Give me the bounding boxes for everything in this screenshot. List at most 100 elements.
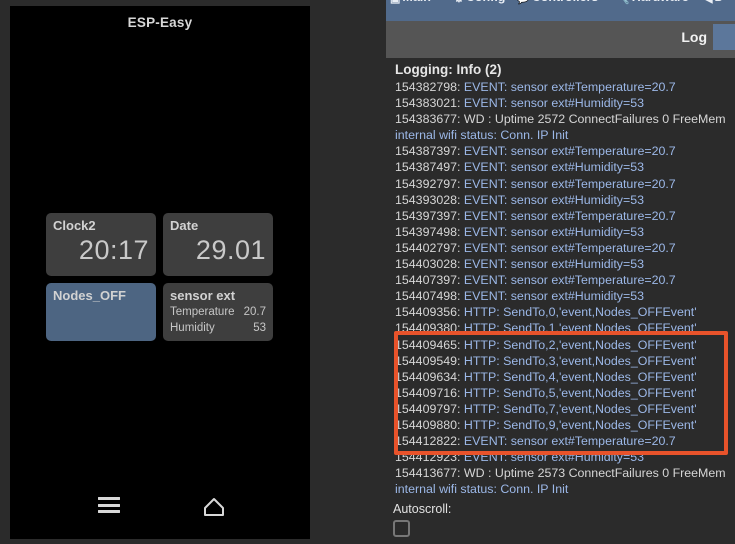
tab-hardware[interactable]: 🔧Hardware bbox=[616, 0, 689, 5]
sensor-row: Temperature 20.7 bbox=[170, 304, 266, 320]
log-message: EVENT: sensor ext#Temperature=20.7 bbox=[463, 273, 676, 288]
log-message: HTTP: SendTo,5,'event,Nodes_OFFEvent' bbox=[463, 385, 697, 400]
autoscroll-checkbox[interactable] bbox=[393, 520, 410, 537]
log-line: 154387497: EVENT: sensor ext#Humidity=53 bbox=[395, 159, 735, 175]
tab-config[interactable]: ⚙Config bbox=[454, 0, 505, 5]
tab-icon: 💬 bbox=[516, 0, 530, 5]
tab-d[interactable]: ◀D bbox=[704, 0, 724, 5]
log-line: 154383677: WD : Uptime 2572 ConnectFailu… bbox=[395, 111, 735, 127]
log-timestamp: 154409634: bbox=[395, 369, 464, 384]
log-line: 154407397: EVENT: sensor ext#Temperature… bbox=[395, 272, 735, 288]
phone-navbar bbox=[10, 483, 310, 539]
log-line: 154392797: EVENT: sensor ext#Temperature… bbox=[395, 176, 735, 192]
log-timestamp: 154413677: bbox=[395, 466, 464, 481]
log-line: 154383021: EVENT: sensor ext#Humidity=53 bbox=[395, 95, 735, 111]
log-timestamp: 154402797: bbox=[395, 240, 464, 255]
log-line: 154382798: EVENT: sensor ext#Temperature… bbox=[395, 79, 735, 95]
log-line: 154412923: EVENT: sensor ext#Humidity=53 bbox=[395, 449, 735, 465]
log-timestamp: 154383677: bbox=[395, 112, 464, 127]
log-timestamp: 154409716: bbox=[395, 385, 464, 400]
log-timestamp: 154393028: bbox=[395, 192, 464, 207]
log-line: 154397498: EVENT: sensor ext#Humidity=53 bbox=[395, 224, 735, 240]
autoscroll-label: Autoscroll: bbox=[393, 502, 452, 516]
widget-title: Clock2 bbox=[53, 218, 96, 233]
espeasy-web-panel: ▣Main⚙Config💬Controllers🔧Hardware◀D Log … bbox=[386, 0, 735, 544]
hamburger-menu-icon[interactable] bbox=[98, 497, 120, 517]
log-timestamp: 154383021: bbox=[395, 96, 464, 111]
log-line: 154409380: HTTP: SendTo,1,'event,Nodes_O… bbox=[395, 320, 735, 336]
log-timestamp: 154409797: bbox=[395, 401, 464, 416]
log-message: EVENT: sensor ext#Humidity=53 bbox=[463, 224, 644, 239]
log-message: internal wifi status: Conn. IP Init bbox=[395, 482, 569, 497]
sensor-value: 53 bbox=[253, 322, 266, 334]
log-timestamp: 154387497: bbox=[395, 160, 464, 175]
widget-sensor-ext: sensor ext Temperature 20.7 Humidity 53 bbox=[163, 283, 273, 341]
log-message: WD : Uptime 2572 ConnectFailures 0 FreeM… bbox=[463, 112, 726, 127]
widget-value: 20:17 bbox=[78, 235, 149, 265]
tab-icon: ▣ bbox=[390, 0, 400, 5]
log-message: EVENT: sensor ext#Temperature=20.7 bbox=[463, 176, 676, 191]
tab-label: Config bbox=[466, 0, 506, 4]
log-line: 154409634: HTTP: SendTo,4,'event,Nodes_O… bbox=[395, 369, 735, 385]
screenshot-root: ESP-Easy Clock2 20:17 Date 29.01 Nodes_OFF se… bbox=[0, 0, 735, 544]
log-timestamp: 154407397: bbox=[395, 273, 464, 288]
log-line: 154409549: HTTP: SendTo,3,'event,Nodes_O… bbox=[395, 353, 735, 369]
log-timestamp: 154397397: bbox=[395, 208, 464, 223]
log-message: HTTP: SendTo,7,'event,Nodes_OFFEvent' bbox=[463, 401, 697, 416]
widget-nodes-off[interactable]: Nodes_OFF bbox=[46, 283, 156, 341]
log-message: EVENT: sensor ext#Humidity=53 bbox=[463, 160, 644, 175]
log-message: EVENT: sensor ext#Humidity=53 bbox=[463, 450, 644, 465]
tab-main[interactable]: ▣Main bbox=[390, 0, 431, 5]
widget-date: Date 29.01 bbox=[163, 213, 273, 276]
log-message: HTTP: SendTo,4,'event,Nodes_OFFEvent' bbox=[463, 369, 697, 384]
log-line: 154409880: HTTP: SendTo,9,'event,Nodes_O… bbox=[395, 417, 735, 433]
log-line: 154412822: EVENT: sensor ext#Temperature… bbox=[395, 433, 735, 449]
log-message: HTTP: SendTo,3,'event,Nodes_OFFEvent' bbox=[463, 353, 697, 368]
tab-label: Hardware bbox=[632, 0, 689, 4]
log-timestamp: 154409465: bbox=[395, 337, 464, 352]
widget-title: Date bbox=[170, 218, 199, 233]
widget-value: 29.01 bbox=[195, 235, 266, 265]
navigation-tabbar: ▣Main ⚙Config 💬Controllers 🔧Hardware ◀D bbox=[386, 0, 735, 21]
log-message: HTTP: SendTo,0,'event,Nodes_OFFEvent' bbox=[463, 305, 697, 320]
log-timestamp: 154412822: bbox=[395, 434, 464, 449]
tab-controllers[interactable]: 💬Controllers bbox=[516, 0, 598, 5]
sensor-row: Humidity 53 bbox=[170, 320, 266, 336]
widget-grid: Clock2 20:17 Date 29.01 Nodes_OFF sensor ext T… bbox=[46, 213, 274, 341]
widget-title: sensor ext bbox=[170, 288, 236, 303]
tab-label: Main bbox=[402, 0, 430, 4]
log-timestamp: 154403028: bbox=[395, 257, 464, 272]
log-line: 154402797: EVENT: sensor ext#Temperature… bbox=[395, 240, 735, 256]
tab-accent-indicator bbox=[713, 24, 735, 50]
log-message: EVENT: sensor ext#Humidity=53 bbox=[463, 257, 644, 272]
log-message: internal wifi status: Conn. IP Init bbox=[395, 128, 569, 143]
log-area[interactable]: Logging: Info (2) 154382798: EVENT: sens… bbox=[386, 58, 735, 544]
log-message: HTTP: SendTo,1,'event,Nodes_OFFEvent' bbox=[463, 321, 697, 336]
log-line: 154409797: HTTP: SendTo,7,'event,Nodes_O… bbox=[395, 401, 735, 417]
log-timestamp: 154412923: bbox=[395, 450, 464, 465]
tab-icon: ⚙ bbox=[454, 0, 464, 5]
log-line: internal wifi status: Conn. IP Init bbox=[395, 127, 735, 143]
sensor-label: Humidity bbox=[170, 322, 215, 334]
log-message: HTTP: SendTo,2,'event,Nodes_OFFEvent' bbox=[463, 337, 697, 352]
log-button[interactable]: Log bbox=[681, 29, 707, 45]
log-message: EVENT: sensor ext#Temperature=20.7 bbox=[463, 434, 676, 449]
widget-clock2: Clock2 20:17 bbox=[46, 213, 156, 276]
log-message: EVENT: sensor ext#Humidity=53 bbox=[463, 192, 644, 207]
log-line: internal wifi status: Conn. IP Init bbox=[395, 481, 735, 497]
tab-icon: 🔧 bbox=[616, 0, 630, 5]
page-title: ESP-Easy bbox=[127, 15, 193, 30]
log-line: 154407498: EVENT: sensor ext#Humidity=53 bbox=[395, 288, 735, 304]
home-icon[interactable] bbox=[202, 496, 226, 523]
log-line: 154409716: HTTP: SendTo,5,'event,Nodes_O… bbox=[395, 385, 735, 401]
tab-label: D bbox=[714, 0, 723, 4]
sensor-label: Temperature bbox=[170, 306, 235, 318]
log-message: EVENT: sensor ext#Temperature=20.7 bbox=[463, 80, 676, 94]
logging-level-header: Logging: Info (2) bbox=[386, 58, 735, 80]
log-timestamp: 154382798: bbox=[395, 80, 464, 94]
log-timestamp: 154392797: bbox=[395, 176, 464, 191]
log-message: EVENT: sensor ext#Humidity=53 bbox=[463, 289, 644, 304]
log-timestamp: 154397498: bbox=[395, 224, 464, 239]
log-message: EVENT: sensor ext#Temperature=20.7 bbox=[463, 240, 676, 255]
log-toolbar: Log bbox=[386, 21, 735, 58]
